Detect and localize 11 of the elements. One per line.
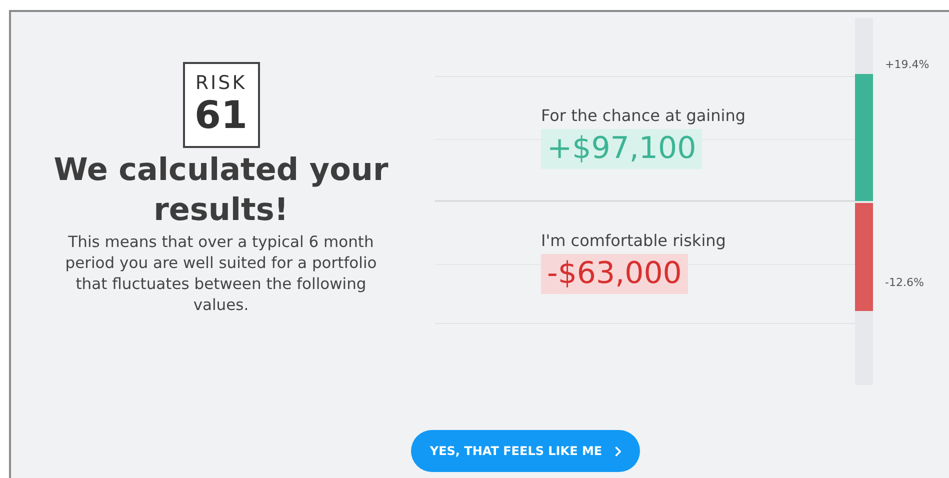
- amount: -$63,000: [541, 254, 688, 294]
- confirm-button[interactable]: YES, THAT FEELS LIKE ME: [411, 430, 640, 472]
- amount: +$97,100: [541, 129, 702, 169]
- chevron-right-icon: [614, 446, 622, 456]
- risk-badge: RISK 61: [182, 62, 260, 148]
- caption: I'm comfortable risking: [541, 230, 727, 252]
- heading: We calculated your results!: [52, 151, 390, 230]
- percent-label: -12.6%: [885, 276, 925, 290]
- percent-label: +19.4%: [885, 58, 930, 72]
- description: This means that over a typical 6 month period you are well suited for a portfolio that fluctuates between the following values.: [64, 232, 378, 316]
- caption: For the chance at gaining: [541, 105, 746, 127]
